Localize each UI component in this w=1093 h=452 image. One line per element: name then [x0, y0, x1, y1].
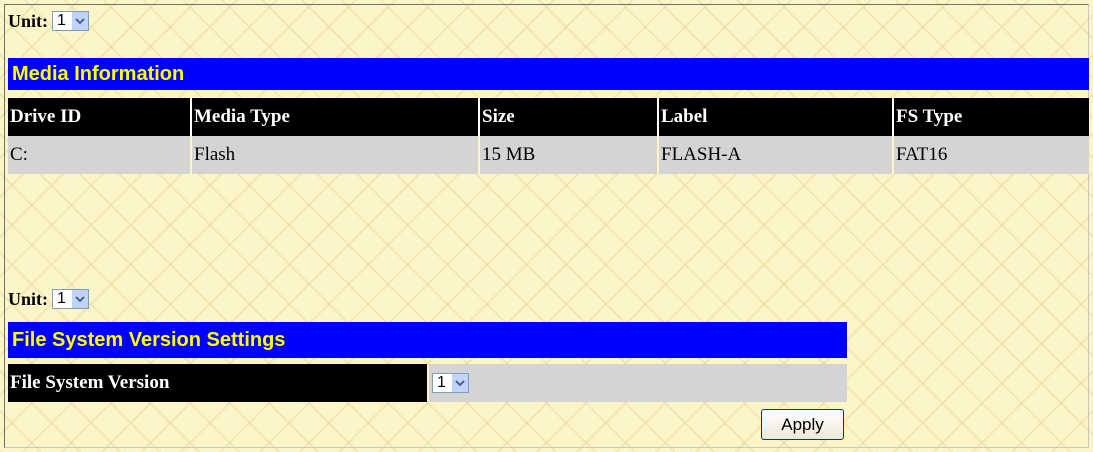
chevron-down-icon[interactable] [70, 290, 88, 308]
unit-selector-row-1: Unit: 1 [8, 8, 89, 34]
apply-button[interactable]: Apply [761, 409, 844, 440]
cell-label: FLASH-A [658, 136, 894, 174]
unit-label-2: Unit: [8, 288, 48, 309]
file-system-version-select-value: 1 [437, 374, 446, 391]
media-table-header-row: Drive ID Media Type Size Label FS Type [8, 98, 1089, 136]
media-table: Drive ID Media Type Size Label FS Type C… [8, 98, 1089, 174]
column-header-drive-id: Drive ID [8, 98, 192, 136]
unit-select-2-value: 1 [57, 290, 66, 307]
cell-fs-type: FAT16 [893, 136, 1089, 174]
unit-select-1[interactable]: 1 [52, 11, 89, 31]
chevron-down-icon[interactable] [70, 12, 88, 30]
column-header-media-type: Media Type [191, 98, 480, 136]
media-information-header: Media Information [8, 58, 1089, 90]
unit-label-1: Unit: [8, 10, 48, 31]
file-system-version-cell: 1 [429, 364, 847, 402]
unit-select-2[interactable]: 1 [52, 289, 89, 309]
file-system-version-select[interactable]: 1 [432, 373, 469, 393]
table-row: C: Flash 15 MB FLASH-A FAT16 [8, 136, 1089, 174]
file-system-version-settings-header: File System Version Settings [8, 322, 847, 358]
file-system-version-label: File System Version [8, 364, 427, 402]
cell-size: 15 MB [479, 136, 659, 174]
column-header-fs-type: FS Type [893, 98, 1089, 136]
chevron-down-icon[interactable] [450, 374, 468, 392]
cell-media-type: Flash [191, 136, 480, 174]
column-header-label: Label [658, 98, 894, 136]
unit-selector-row-2: Unit: 1 [8, 286, 89, 312]
column-header-size: Size [479, 98, 659, 136]
unit-select-1-value: 1 [57, 12, 66, 29]
cell-drive-id: C: [8, 136, 192, 174]
